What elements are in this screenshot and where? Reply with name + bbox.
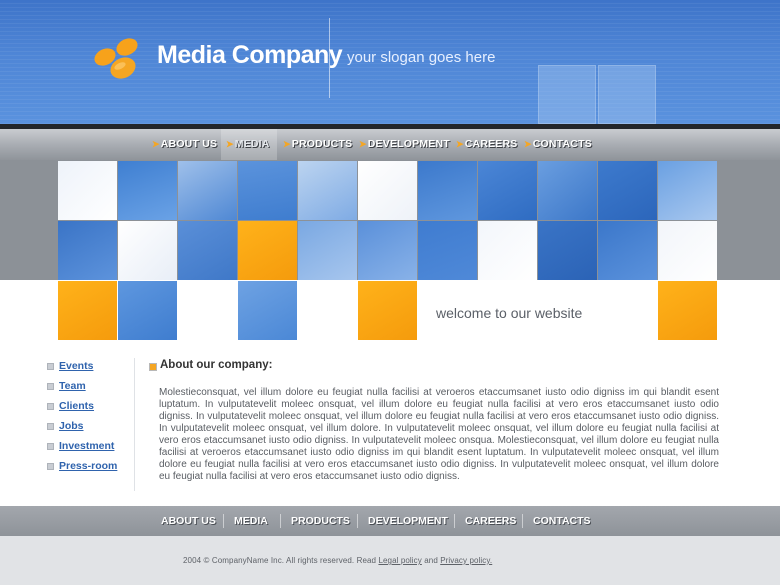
mosaic-tile <box>118 281 177 340</box>
footer-and-text: and <box>424 556 438 565</box>
top-navigation: ➤ABOUT US ➤MEDIA ➤PRODUCTS ➤DEVELOPMENT … <box>0 129 780 160</box>
sidebar-link[interactable]: Clients <box>59 400 94 412</box>
mosaic-tile <box>238 161 297 220</box>
sidebar-item-events[interactable]: Events <box>47 359 93 373</box>
mosaic-tile <box>238 221 297 280</box>
mosaic-tile <box>538 221 597 280</box>
mosaic-tile <box>358 161 417 220</box>
bottomnav-development[interactable]: DEVELOPMENT <box>368 506 448 536</box>
sidebar-link[interactable]: Jobs <box>59 420 84 432</box>
topnav-about-us[interactable]: ➤ABOUT US <box>152 129 217 160</box>
footer-copyright-line: 2004 © CompanyName Inc. All rights reser… <box>183 556 492 565</box>
legal-policy-link[interactable]: Legal policy <box>378 556 421 565</box>
mosaic-tile <box>418 161 477 220</box>
bottomnav-separator <box>454 514 455 528</box>
topnav-careers[interactable]: ➤CAREERS <box>456 129 518 160</box>
topnav-products[interactable]: ➤PRODUCTS <box>283 129 352 160</box>
square-bullet-icon <box>47 422 54 430</box>
mosaic-tile <box>58 281 117 340</box>
mosaic-tile <box>478 221 537 280</box>
mosaic-tile <box>598 161 657 220</box>
header-divider <box>329 18 330 98</box>
orange-circles-logo-icon[interactable] <box>92 36 144 82</box>
sidebar-link[interactable]: Events <box>59 360 93 372</box>
sidebar-link[interactable]: Press-room <box>59 460 117 472</box>
bottomnav-separator <box>223 514 224 528</box>
privacy-policy-link[interactable]: Privacy policy. <box>440 556 492 565</box>
orange-square-bullet-icon <box>149 363 157 371</box>
bottom-navigation: ABOUT US MEDIA PRODUCTS DEVELOPMENT CARE… <box>0 506 780 536</box>
square-bullet-icon <box>47 462 54 470</box>
bottomnav-careers[interactable]: CAREERS <box>465 506 516 536</box>
sidebar-divider <box>134 358 135 491</box>
topnav-media[interactable]: ➤MEDIA <box>221 129 277 160</box>
mosaic-tile <box>178 161 237 220</box>
header: Media Company your slogan goes here <box>0 0 780 124</box>
mosaic-tile <box>478 161 537 220</box>
mosaic-tile <box>238 281 297 340</box>
brand-title[interactable]: Media Company <box>157 41 343 70</box>
mosaic-tile <box>298 161 357 220</box>
square-bullet-icon <box>47 402 54 410</box>
bottomnav-separator <box>280 514 281 528</box>
sidebar-item-clients[interactable]: Clients <box>47 399 94 413</box>
mosaic-tile <box>658 281 717 340</box>
sidebar-item-jobs[interactable]: Jobs <box>47 419 84 433</box>
photo-mosaic-banner <box>57 160 718 340</box>
about-title: About our company: <box>160 359 273 371</box>
bottomnav-about-us[interactable]: ABOUT US <box>161 506 216 536</box>
mosaic-tile <box>538 161 597 220</box>
mosaic-tile <box>658 161 717 220</box>
mosaic-tile <box>58 221 117 280</box>
header-deco-block <box>598 65 656 124</box>
header-deco-block <box>538 65 596 124</box>
sidebar-item-press-room[interactable]: Press-room <box>47 459 117 473</box>
square-bullet-icon <box>47 362 54 370</box>
bottomnav-separator <box>357 514 358 528</box>
bottomnav-separator <box>522 514 523 528</box>
mosaic-tile <box>358 281 417 340</box>
mosaic-tile <box>598 221 657 280</box>
mosaic-tile <box>178 221 237 280</box>
mosaic-tile <box>298 221 357 280</box>
sidebar-item-investment[interactable]: Investment <box>47 439 114 453</box>
sidebar-item-team[interactable]: Team <box>47 379 86 393</box>
sidebar-link[interactable]: Investment <box>59 440 114 452</box>
footer: 2004 © CompanyName Inc. All rights reser… <box>0 536 780 585</box>
brand-slogan: your slogan goes here <box>347 49 496 66</box>
square-bullet-icon <box>47 442 54 450</box>
topnav-contacts[interactable]: ➤CONTACTS <box>524 129 592 160</box>
topnav-development[interactable]: ➤DEVELOPMENT <box>359 129 450 160</box>
welcome-text: welcome to our website <box>436 305 583 321</box>
mosaic-tile <box>58 161 117 220</box>
copyright-text: 2004 © CompanyName Inc. All rights reser… <box>183 556 377 565</box>
sidebar-link[interactable]: Team <box>59 380 86 392</box>
about-body-text: Molestieconsquat, vel illum dolore eu fe… <box>159 387 719 482</box>
bottomnav-products[interactable]: PRODUCTS <box>291 506 350 536</box>
mosaic-tile <box>658 221 717 280</box>
square-bullet-icon <box>47 382 54 390</box>
bottomnav-media[interactable]: MEDIA <box>234 506 268 536</box>
mosaic-tile <box>418 221 477 280</box>
mosaic-tile <box>358 221 417 280</box>
mosaic-tile <box>118 161 177 220</box>
bottomnav-contacts[interactable]: CONTACTS <box>533 506 591 536</box>
mosaic-tile <box>118 221 177 280</box>
